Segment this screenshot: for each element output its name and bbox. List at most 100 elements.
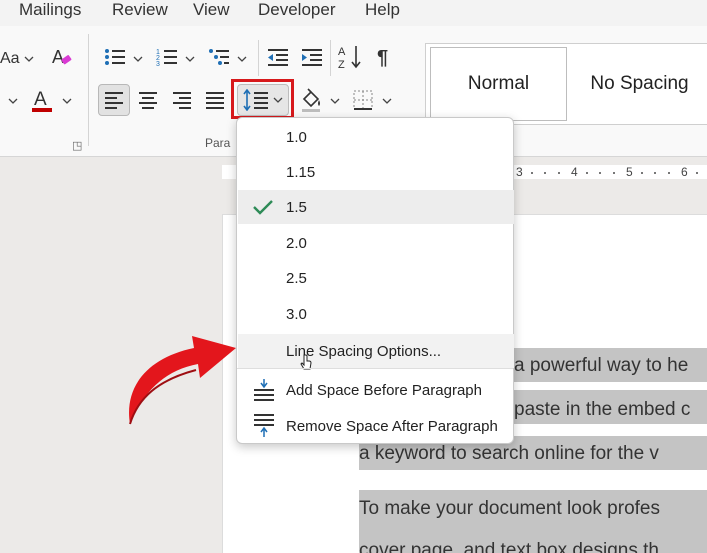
multilevel-list-button[interactable] [208, 46, 230, 68]
ribbon-separator [258, 40, 259, 76]
sort-button[interactable]: A Z [337, 44, 363, 70]
numbering-icon: 1 2 3 [156, 49, 177, 67]
ruler-tick [599, 172, 601, 174]
change-case-button[interactable]: Aa [0, 48, 34, 70]
justify-button[interactable] [203, 88, 227, 112]
ruler-tick [558, 172, 560, 174]
multilevel-list-icon [209, 49, 229, 65]
ruler-tick [586, 172, 588, 174]
increase-indent-button[interactable] [301, 46, 323, 68]
option-label: 1.0 [286, 129, 307, 146]
line-spacing-highlight-box [231, 79, 294, 119]
align-left-button[interactable] [98, 84, 130, 116]
font-color-icon: A [32, 89, 52, 112]
svg-text:Z: Z [338, 59, 345, 70]
style-no-spacing[interactable]: No Spacing [572, 44, 707, 124]
document-text-line: To make your document look profes [359, 498, 660, 519]
line-spacing-dropdown: 1.0 1.15 1.5 2.0 2.5 3.0 Line Spacing Op… [236, 117, 514, 444]
sort-icon: A Z [338, 46, 361, 70]
option-label: 1.15 [286, 164, 316, 181]
paragraph-group-label: Para [205, 136, 231, 150]
ribbon-separator [330, 40, 331, 76]
option-label: Add Space Before Paragraph [286, 382, 482, 399]
svg-text:A: A [34, 89, 47, 110]
clear-formatting-button[interactable]: A [50, 44, 74, 70]
align-left-icon [105, 92, 123, 109]
tab-mailings[interactable]: Mailings [19, 0, 81, 20]
align-right-icon [173, 92, 191, 109]
chevron-down-icon [24, 56, 34, 62]
line-spacing-option-2-5[interactable]: 2.5 [238, 261, 514, 295]
chevron-down-icon[interactable] [382, 98, 392, 104]
svg-text:A: A [338, 46, 346, 58]
borders-button[interactable] [350, 88, 376, 112]
styles-gallery: Normal No Spacing [425, 43, 707, 125]
bullets-button[interactable] [104, 46, 126, 68]
line-spacing-options-item[interactable]: Line Spacing Options... [238, 334, 514, 370]
line-spacing-option-1-5[interactable]: 1.5 [238, 190, 514, 224]
tab-view[interactable]: View [193, 0, 230, 20]
add-space-before-icon [254, 379, 274, 401]
red-arrow-annotation [129, 336, 236, 425]
add-space-before-paragraph-item[interactable]: Add Space Before Paragraph [238, 373, 514, 407]
shading-button[interactable] [298, 86, 324, 114]
align-right-button[interactable] [170, 88, 194, 112]
decrease-indent-button[interactable] [267, 46, 289, 68]
document-text-line: a keyword to search online for the v [359, 443, 659, 464]
line-spacing-option-2-0[interactable]: 2.0 [238, 226, 514, 260]
tab-review[interactable]: Review [112, 0, 168, 20]
ruler-tick [668, 172, 670, 174]
borders-icon [353, 90, 373, 110]
remove-space-after-paragraph-item[interactable]: Remove Space After Paragraph [238, 409, 514, 443]
chevron-down-icon[interactable] [185, 56, 195, 62]
ribbon-separator [88, 34, 89, 146]
ruler-tick [531, 172, 533, 174]
numbering-button[interactable]: 1 2 3 [156, 46, 178, 68]
checkmark-icon [253, 200, 273, 215]
ruler-tick [696, 172, 698, 174]
document-text-line: cover page, and text box designs th [359, 540, 659, 553]
style-normal[interactable]: Normal [430, 47, 567, 121]
ruler-number: 6 [681, 165, 688, 179]
line-spacing-option-1-0[interactable]: 1.0 [238, 120, 514, 154]
font-dialog-launcher-icon[interactable]: ◳ [72, 139, 82, 152]
show-hide-marks-button[interactable]: ¶ [374, 44, 396, 70]
option-label: 2.5 [286, 270, 307, 287]
chevron-down-icon[interactable] [237, 56, 247, 62]
tab-help[interactable]: Help [365, 0, 400, 20]
align-center-button[interactable] [136, 88, 160, 112]
align-center-icon [139, 92, 157, 109]
change-case-label: Aa [0, 50, 20, 67]
chevron-down-icon[interactable] [62, 98, 72, 104]
chevron-down-icon[interactable] [8, 98, 18, 104]
tab-developer[interactable]: Developer [258, 0, 336, 20]
ruler-number: 5 [626, 165, 633, 179]
document-text-line: a powerful way to he [514, 355, 689, 376]
option-label: Remove Space After Paragraph [286, 418, 498, 435]
paint-bucket-icon [302, 88, 320, 112]
pilcrow-icon: ¶ [377, 47, 388, 68]
ruler-number: 4 [571, 165, 578, 179]
clear-formatting-icon: A [52, 47, 72, 67]
chevron-down-icon[interactable] [133, 56, 143, 62]
menu-tab-bar: Mailings Review View Developer Help [0, 0, 707, 26]
line-spacing-option-3-0[interactable]: 3.0 [238, 297, 514, 331]
ruler-tick [544, 172, 546, 174]
ruler-number: 3 [516, 165, 523, 179]
option-label: 1.5 [286, 199, 307, 216]
svg-text:3: 3 [156, 61, 160, 67]
justify-icon [206, 92, 224, 109]
svg-text:A: A [52, 47, 64, 67]
chevron-down-icon[interactable] [330, 98, 340, 104]
option-label: 2.0 [286, 235, 307, 252]
line-spacing-option-1-15[interactable]: 1.15 [238, 155, 514, 189]
svg-text:¶: ¶ [377, 47, 388, 68]
bullets-icon [105, 49, 125, 65]
option-label: 3.0 [286, 306, 307, 323]
mouse-pointer-icon [300, 354, 312, 370]
font-color-button[interactable]: A [29, 86, 55, 114]
ruler-tick [613, 172, 615, 174]
document-text-line: paste in the embed c [514, 399, 691, 420]
remove-space-after-icon [254, 414, 274, 437]
menu-separator [237, 368, 513, 369]
